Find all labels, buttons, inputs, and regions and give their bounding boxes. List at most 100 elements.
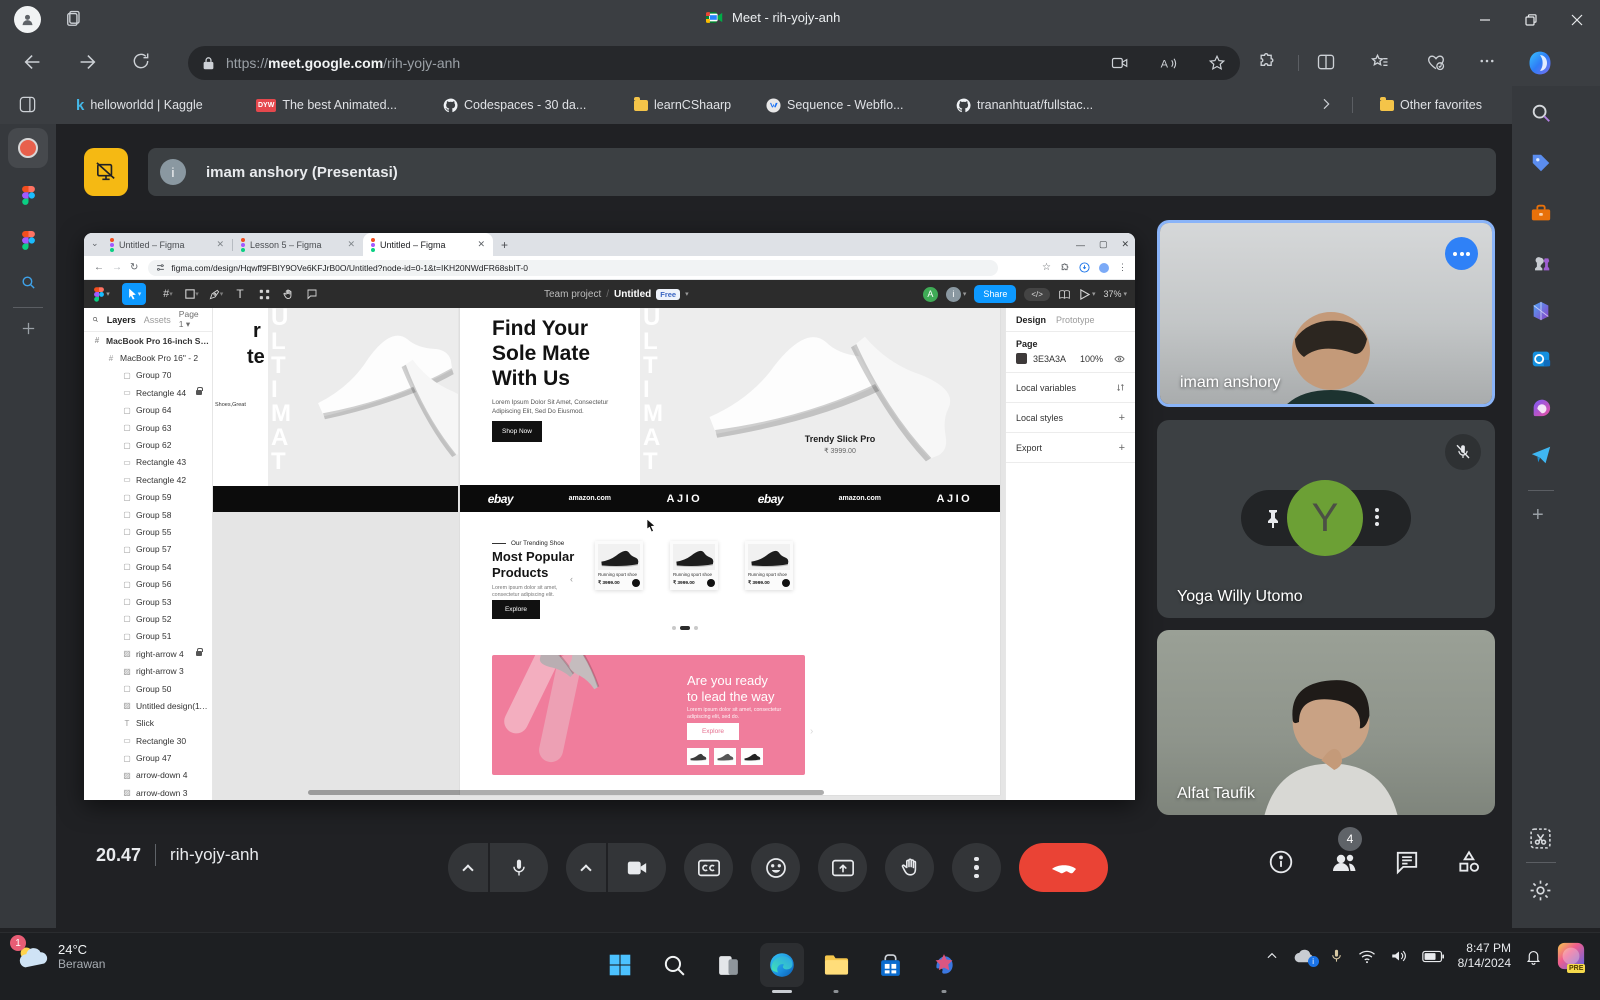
mini-star-icon[interactable]: ☆ (1042, 262, 1051, 273)
layer-row[interactable]: ▨ Untitled design(115) 1 (84, 697, 212, 714)
user-avatar-menu[interactable]: i ▾ (945, 286, 966, 302)
tab-list-chevron-icon[interactable]: ⌄ (91, 238, 99, 249)
layer-row[interactable]: ▨ arrow-down 3 (84, 784, 212, 800)
mini-extensions-icon[interactable] (1060, 262, 1070, 273)
wifi-tray-icon[interactable] (1358, 949, 1376, 964)
page-selector[interactable]: Page 1 ▾ (179, 309, 204, 330)
mic-options-chevron[interactable] (448, 862, 488, 876)
layer-row[interactable]: ▢ Group 57 (84, 541, 212, 558)
eye-icon[interactable] (1114, 355, 1125, 363)
share-button[interactable]: Share (974, 285, 1017, 303)
tab-actions-icon[interactable] (64, 9, 84, 29)
layer-row[interactable]: ▨ right-arrow 3 (84, 662, 212, 679)
camera-in-use-icon[interactable] (1111, 55, 1129, 71)
layer-row[interactable]: ▢ Group 58 (84, 506, 212, 523)
close-button[interactable] (1554, 0, 1600, 40)
layer-row[interactable]: ▭ Rectangle 43 (84, 454, 212, 471)
shape-tool-icon[interactable]: ▾ (180, 283, 204, 305)
tab-assets[interactable]: Assets (144, 315, 171, 325)
weather-widget[interactable]: 1 24°C Berawan (10, 935, 105, 971)
hand-tool-icon[interactable] (276, 283, 300, 305)
volume-tray-icon[interactable] (1390, 948, 1408, 964)
layer-row[interactable]: ▢ Group 50 (84, 680, 212, 697)
frame-tool-icon[interactable]: # ▾ (156, 283, 180, 305)
layer-row[interactable]: ▨ arrow-down 4 (84, 767, 212, 784)
camera-icon[interactable] (608, 858, 666, 878)
move-tool-active[interactable]: ▾ (122, 283, 146, 305)
present-icon[interactable]: ▾ (1079, 288, 1095, 300)
new-tab-plus-icon[interactable]: + (501, 238, 508, 252)
tile-options-button[interactable] (1445, 237, 1478, 270)
color-swatch[interactable] (1016, 353, 1027, 364)
active-tab[interactable]: Meet - rih-yojy-anh (706, 10, 840, 25)
taskbar-search-icon[interactable] (652, 943, 696, 987)
layer-row[interactable]: ▢ Group 70 (84, 367, 212, 384)
mic-in-use-tray-icon[interactable] (1329, 947, 1344, 965)
sidebar-games-icon[interactable] (1530, 252, 1552, 274)
layer-row[interactable]: ▨ right-arrow 4 (84, 645, 212, 662)
layer-row[interactable]: ▢ Group 54 (84, 558, 212, 575)
favorites-list-icon[interactable] (1370, 52, 1390, 72)
layer-row[interactable]: ▢ Group 64 (84, 402, 212, 419)
layer-row[interactable]: ▭ Rectangle 30 (84, 732, 212, 749)
minimize-button[interactable] (1462, 0, 1508, 40)
dev-mode-toggle[interactable]: </> (1024, 287, 1050, 301)
activities-icon[interactable] (1456, 849, 1482, 875)
layer-row[interactable]: ▢ Group 52 (84, 610, 212, 627)
figma-breadcrumb[interactable]: Team project / Untitled Free ▾ (544, 280, 689, 308)
sidebar-settings-icon[interactable] (1528, 878, 1553, 903)
layer-row[interactable]: ▢ Group 62 (84, 436, 212, 453)
tile-more-icon[interactable] (1375, 508, 1379, 526)
back-icon[interactable] (22, 51, 44, 73)
onedrive-tray-icon[interactable]: i (1293, 948, 1319, 967)
tray-expand-icon[interactable] (1265, 949, 1279, 963)
text-tool-icon[interactable]: T (228, 283, 252, 305)
bookmarks-overflow-icon[interactable] (1318, 96, 1334, 112)
tab-layers[interactable]: Layers (107, 315, 136, 325)
captions-button[interactable] (684, 843, 733, 892)
start-button[interactable] (598, 943, 642, 987)
layer-row[interactable]: ▢ Group 55 (84, 523, 212, 540)
page-color-row[interactable]: 3E3A3A 100% (1006, 353, 1135, 373)
mini-forward-icon[interactable]: → (112, 262, 122, 273)
collaborator-avatar-a[interactable]: A (922, 286, 938, 302)
layer-row[interactable]: ▢ Group 63 (84, 419, 212, 436)
layer-row[interactable]: ▢ Group 53 (84, 593, 212, 610)
mini-tab-2[interactable]: Lesson 5 – Figma ✕ (233, 233, 363, 256)
bookmark-kaggle[interactable]: k helloworldd | Kaggle (68, 91, 211, 119)
task-view-icon[interactable] (706, 943, 750, 987)
layer-row[interactable]: ▢ Group 59 (84, 489, 212, 506)
sidebar-drop-icon[interactable] (1530, 444, 1552, 466)
camera-options-chevron[interactable] (566, 862, 606, 876)
mini-tab-1[interactable]: Untitled – Figma ✕ (102, 233, 232, 256)
sidebar-designer-icon[interactable] (1530, 396, 1552, 418)
profile-avatar-icon[interactable] (14, 6, 41, 33)
sidebar-screenshot-icon[interactable] (1528, 826, 1553, 851)
bookmark-codespaces[interactable]: Codespaces - 30 da... (435, 91, 594, 119)
camera-control[interactable] (566, 843, 666, 892)
tab-prototype[interactable]: Prototype (1056, 315, 1095, 325)
figma-menu-icon[interactable]: ▾ (90, 283, 114, 305)
export-row[interactable]: Export + (1006, 433, 1135, 463)
comment-tool-icon[interactable] (300, 283, 324, 305)
me​eting-details-icon[interactable] (1268, 849, 1294, 875)
extensions-icon[interactable] (1257, 52, 1277, 72)
canvas-h-scrollbar[interactable] (308, 790, 824, 795)
people-panel-icon[interactable]: 4 (1330, 827, 1362, 875)
reactions-button[interactable] (751, 843, 800, 892)
forward-icon[interactable] (76, 51, 98, 73)
presentation-warning-icon[interactable] (84, 148, 128, 196)
mini-tab-3-active[interactable]: Untitled – Figma ✕ (363, 233, 493, 256)
tab-design[interactable]: Design (1016, 315, 1046, 325)
new-tab-icon[interactable] (14, 320, 42, 337)
layer-row[interactable]: # MacBook Pro 16" - 2 (84, 349, 212, 366)
more-options-button[interactable] (952, 843, 1001, 892)
restore-button[interactable] (1508, 0, 1554, 40)
library-icon[interactable] (1058, 289, 1071, 300)
microsoft-store-icon[interactable] (868, 943, 912, 987)
sidebar-toggle-icon[interactable] (18, 95, 37, 114)
chat-panel-icon[interactable] (1394, 849, 1420, 875)
sidebar-search-icon[interactable] (1530, 102, 1552, 124)
mini-close-icon[interactable]: ✕ (1121, 239, 1129, 250)
present-screen-button[interactable] (818, 843, 867, 892)
